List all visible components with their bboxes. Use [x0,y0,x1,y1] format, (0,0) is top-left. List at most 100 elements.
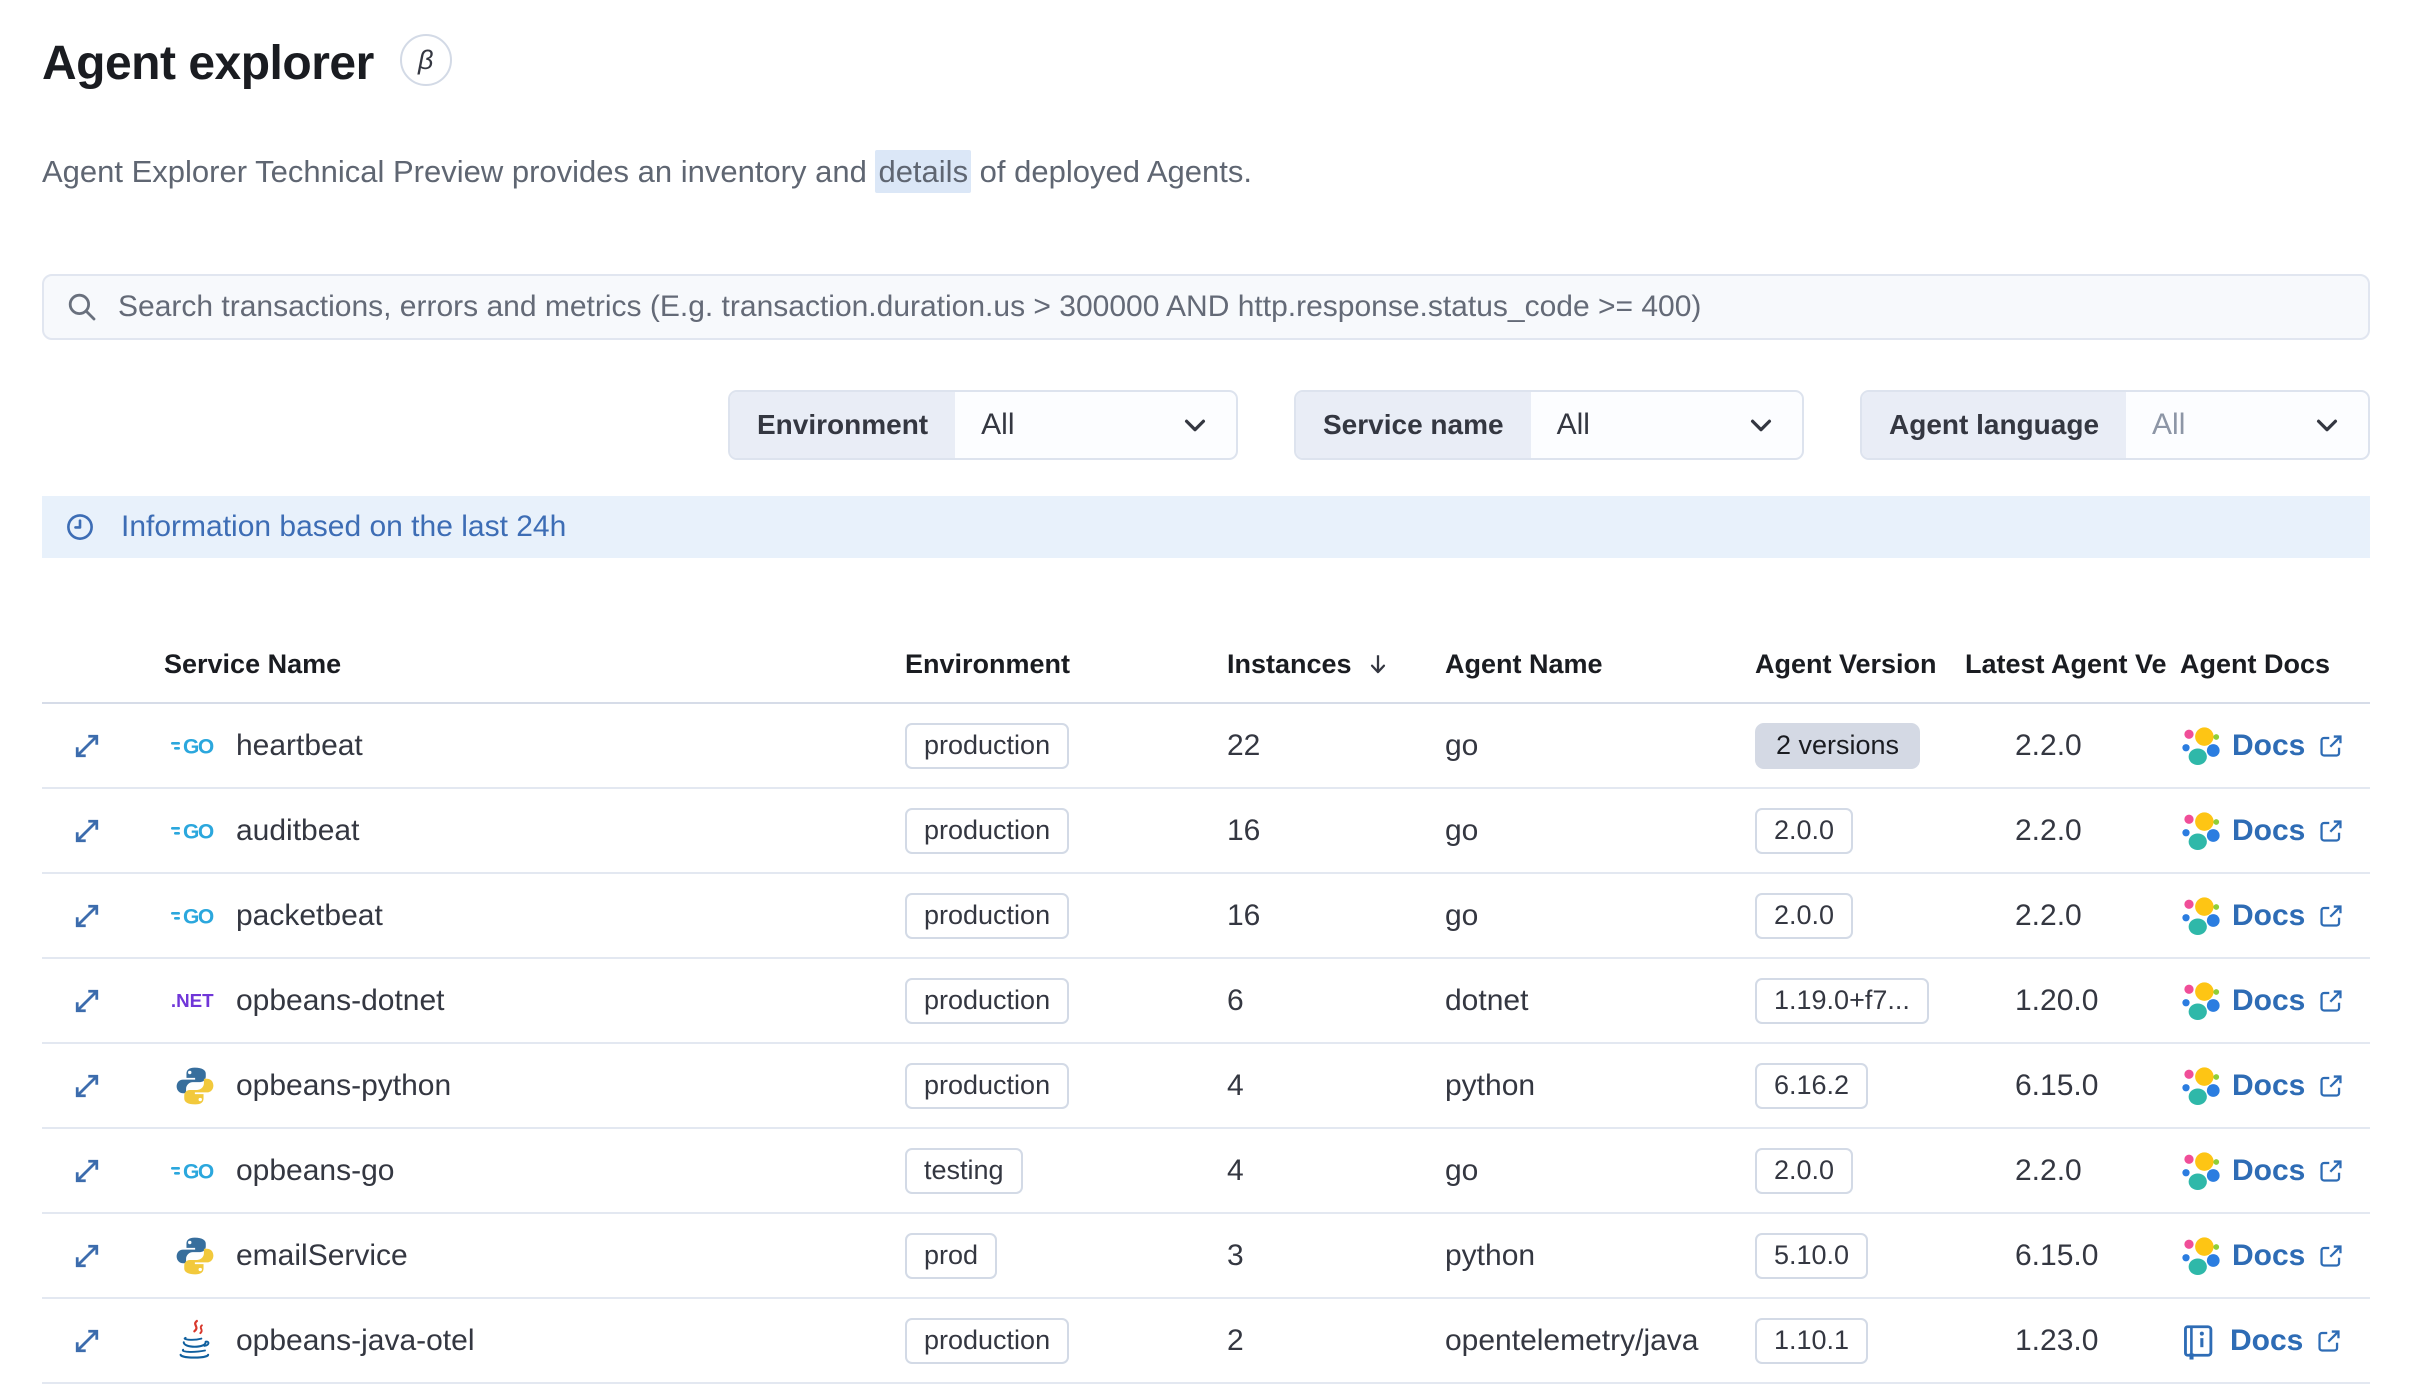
agent-explorer-page: Agent explorer β Agent Explorer Technica… [0,0,2412,1384]
header-environment: Environment [905,648,1071,679]
header-service-name: Service Name [164,648,342,679]
instances-count: 22 [1227,728,1261,762]
docs-link-label: Docs [2232,983,2306,1017]
expand-row-icon[interactable] [70,1069,104,1103]
external-link-icon [2317,987,2345,1015]
instances-count: 4 [1227,1153,1244,1187]
header-agent-docs: Agent Docs [2180,648,2331,679]
service-name[interactable]: opbeans-python [236,1069,451,1103]
agent-name: python [1445,1238,1536,1272]
environment-badge: production [905,977,1070,1024]
expand-row-icon[interactable] [70,984,104,1018]
header-agent-version: Agent Version [1755,648,1937,679]
agent-language-filter-select[interactable]: All [2126,392,2368,458]
clock-icon [65,512,95,542]
chevron-down-icon [2312,410,2342,440]
expand-row-icon[interactable] [70,729,104,763]
environment-badge: testing [905,1147,1023,1194]
service-name-filter-select[interactable]: All [1531,392,1802,458]
environment-badge: production [905,722,1070,769]
page-title: Agent explorer [42,37,374,90]
docs-link-label: Docs [2232,728,2306,762]
table-row: opbeans-java-otel production 2 opentelem… [42,1299,2370,1384]
instances-count: 6 [1227,983,1244,1017]
external-link-icon [2317,732,2345,760]
external-link-icon [2317,1157,2345,1185]
service-name[interactable]: heartbeat [236,729,363,763]
table-row: emailService prod 3 python 5.10.0 6.15.0… [42,1214,2370,1299]
environment-filter-select[interactable]: All [955,392,1236,458]
agent-version-badge: 1.19.0+f7... [1755,977,1929,1024]
environment-filter-label: Environment [730,392,956,458]
environment-badge: prod [905,1232,998,1279]
service-language-icon: GO [170,1155,220,1187]
search-input[interactable] [118,290,2346,324]
search-icon [66,291,98,323]
svg-text:.NET: .NET [171,990,214,1011]
environment-badge: production [905,1062,1070,1109]
chevron-down-icon [1746,410,1776,440]
service-name[interactable]: packetbeat [236,899,383,933]
agent-docs-link[interactable]: Docs [2180,1236,2370,1276]
agent-version-badge[interactable]: 2 versions [1755,722,1921,769]
header-instances-sort[interactable]: Instances [1227,649,1445,680]
agent-docs-link[interactable]: Docs [2180,1151,2370,1191]
external-link-icon [2317,1072,2345,1100]
filter-bar: Environment All Service name All Agent l… [42,390,2370,460]
docs-provider-icon [2180,896,2220,936]
agent-docs-link[interactable]: Docs [2180,981,2370,1021]
svg-text:GO: GO [183,820,214,843]
search-bar[interactable] [42,274,2370,340]
header-agent-name: Agent Name [1445,648,1603,679]
table-row: .NET opbeans-dotnet production 6 dotnet 1… [42,959,2370,1044]
service-language-icon [170,1235,220,1277]
service-language-icon: GO [170,730,220,762]
agent-name: opentelemetry/java [1445,1323,1699,1357]
docs-link-label: Docs [2232,1068,2306,1102]
service-language-icon [170,1065,220,1107]
service-language-icon: GO [170,900,220,932]
expand-row-icon[interactable] [70,899,104,933]
docs-provider-icon [2180,811,2220,851]
environment-badge: production [905,807,1070,854]
service-name[interactable]: opbeans-java-otel [236,1324,475,1358]
expand-row-icon[interactable] [70,1154,104,1188]
agent-docs-link[interactable]: Docs [2180,1322,2370,1360]
service-name[interactable]: auditbeat [236,814,359,848]
service-language-icon: .NET [170,986,220,1016]
expand-row-icon[interactable] [70,814,104,848]
external-link-icon [2317,817,2345,845]
instances-count: 4 [1227,1068,1244,1102]
agent-name: go [1445,1153,1479,1187]
agent-language-filter: Agent language All [1860,390,2370,460]
agent-docs-link[interactable]: Docs [2180,1066,2370,1106]
service-name[interactable]: opbeans-go [236,1154,394,1188]
instances-count: 16 [1227,813,1261,847]
agent-docs-link[interactable]: Docs [2180,896,2370,936]
service-name-filter-value: All [1556,408,1590,441]
sort-desc-icon [1364,650,1392,678]
table-row: GO auditbeat production 16 go 2.0.0 2.2.0… [42,789,2370,874]
latest-agent-version: 6.15.0 [2015,1238,2099,1272]
external-link-icon [2317,902,2345,930]
environment-badge: production [905,892,1070,939]
agent-docs-link[interactable]: Docs [2180,811,2370,851]
instances-count: 2 [1227,1323,1244,1357]
latest-agent-version: 2.2.0 [2015,1153,2082,1187]
service-name[interactable]: opbeans-dotnet [236,984,445,1018]
environment-filter-value: All [981,408,1015,441]
docs-provider-icon [2180,1151,2220,1191]
service-language-icon: GO [170,815,220,847]
svg-text:GO: GO [183,1160,214,1183]
latest-agent-version: 1.23.0 [2015,1323,2099,1357]
agent-language-filter-label: Agent language [1862,392,2127,458]
docs-provider-icon [2180,726,2220,766]
subtitle-text: Agent Explorer Technical Preview provide… [42,154,876,189]
docs-link-label: Docs [2232,1238,2306,1272]
table-row: GO packetbeat production 16 go 2.0.0 2.2.… [42,874,2370,959]
service-name[interactable]: emailService [236,1239,408,1273]
latest-agent-version: 6.15.0 [2015,1068,2099,1102]
expand-row-icon[interactable] [70,1324,104,1358]
agent-docs-link[interactable]: Docs [2180,726,2370,766]
expand-row-icon[interactable] [70,1239,104,1273]
